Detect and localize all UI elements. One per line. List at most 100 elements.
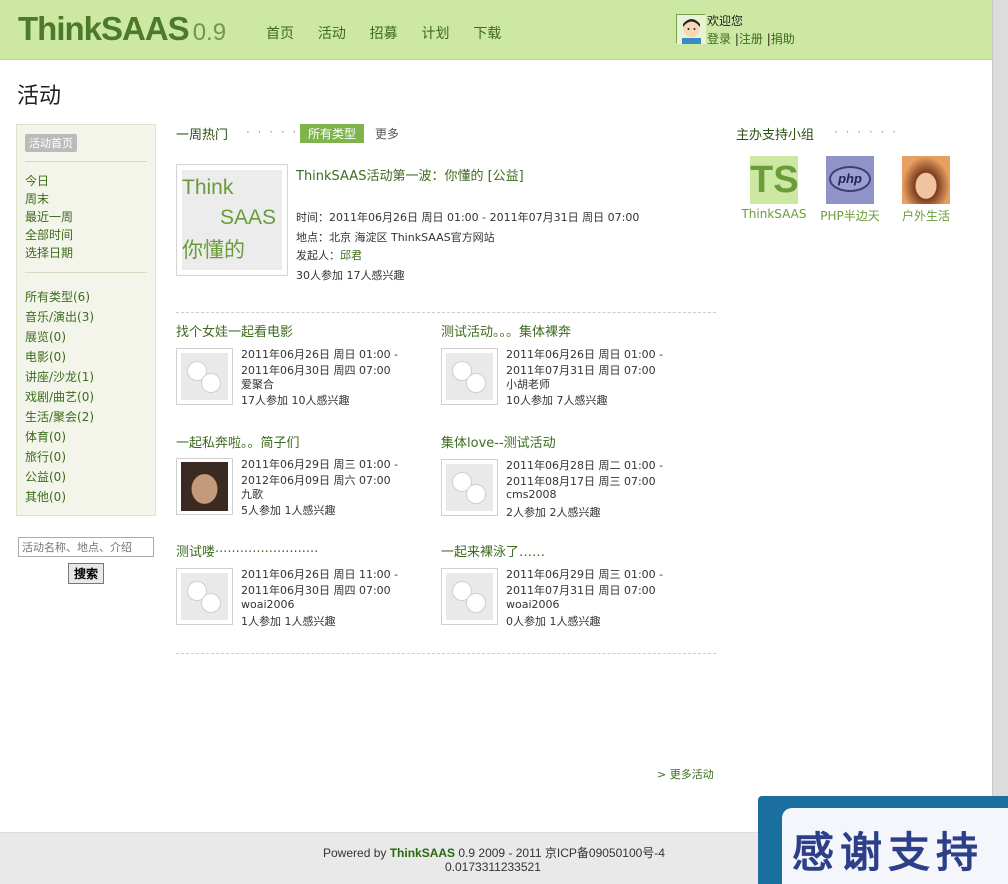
category-list: 所有类型(6) 音乐/演出(3) 展览(0) 电影(0) 讲座/沙龙(1) 戏剧…	[25, 287, 94, 507]
groups-section-title: 主办支持小组	[736, 128, 815, 143]
category-item[interactable]: 所有类型(6)	[25, 287, 94, 307]
group-logo: TS	[750, 156, 799, 204]
site-header: ThinkSAAS 0.9 首页 活动 招募 计划 下载 欢迎您 登录 |注册 |…	[0, 0, 992, 60]
section-divider	[176, 653, 716, 654]
featured-image-text: 你懂的	[182, 238, 245, 262]
nav-events[interactable]: 活动	[318, 26, 346, 42]
event-end: 2012年06月09日 周六 07:00	[241, 474, 391, 487]
placeholder-image-icon	[181, 353, 228, 400]
event-thumbnail[interactable]	[176, 568, 233, 625]
category-item[interactable]: 旅行(0)	[25, 447, 94, 467]
group-item[interactable]: TS ThinkSAAS	[734, 156, 814, 221]
category-item[interactable]: 戏剧/曲艺(0)	[25, 387, 94, 407]
event-start: 2011年06月29日 周三 01:00 -	[241, 458, 399, 471]
event-start: 2011年06月28日 周二 01:00 -	[506, 459, 664, 472]
more-link[interactable]: 更多	[375, 125, 399, 142]
category-item[interactable]: 体育(0)	[25, 427, 94, 447]
group-logo	[902, 156, 950, 204]
event-title[interactable]: 测试喽·························	[176, 541, 318, 560]
filter-weekend[interactable]: 周末	[25, 190, 73, 208]
event-organizer[interactable]: 九歌	[241, 486, 263, 502]
group-name[interactable]: ThinkSAAS	[734, 207, 814, 221]
group-logo: php	[826, 156, 874, 204]
event-title[interactable]: 一起私奔啦。。简子们	[176, 432, 300, 451]
event-organizer[interactable]: cms2008	[506, 488, 557, 501]
user-links: 登录 |注册 |捐助	[707, 32, 795, 46]
group-name[interactable]: PHP半边天	[810, 207, 890, 224]
event-end: 2011年06月30日 周四 07:00	[241, 584, 391, 597]
event-thumbnail[interactable]	[176, 458, 233, 515]
event-stats: 0人参加 1人感兴趣	[506, 615, 601, 628]
filter-pick-date[interactable]: 选择日期	[25, 244, 73, 262]
event-end: 2011年07月31日 周日 07:00	[506, 584, 656, 597]
featured-event-title[interactable]: ThinkSAAS活动第一波：你懂的 [公益]	[296, 165, 524, 184]
organizer-link[interactable]: 邱君	[340, 249, 362, 262]
sidebar-home-link[interactable]: 活动首页	[25, 134, 77, 152]
featured-event-image[interactable]: Think SAAS 你懂的	[176, 164, 288, 276]
event-organizer[interactable]: 爱聚合	[241, 376, 274, 392]
category-item[interactable]: 电影(0)	[25, 347, 94, 367]
event-organizer[interactable]: woai2006	[241, 598, 295, 611]
event-stats: 17人参加 10人感兴趣	[241, 394, 350, 407]
user-avatar-icon	[676, 14, 706, 44]
event-thumbnail[interactable]	[176, 348, 233, 405]
category-item[interactable]: 讲座/沙龙(1)	[25, 367, 94, 387]
placeholder-image-icon	[446, 573, 493, 620]
logo-brand: ThinkSAAS	[18, 10, 190, 47]
filter-all-time[interactable]: 全部时间	[25, 226, 73, 244]
site-logo[interactable]: ThinkSAAS 0.9	[18, 10, 226, 48]
placeholder-image-icon	[446, 353, 493, 400]
page-title: 活动	[17, 84, 62, 109]
event-title[interactable]: 一起来裸泳了……	[441, 541, 545, 560]
register-link[interactable]: 注册	[739, 32, 763, 46]
filter-today[interactable]: 今日	[25, 172, 73, 190]
nav-recruit[interactable]: 招募	[370, 26, 398, 42]
event-stats: 2人参加 2人感兴趣	[506, 506, 601, 519]
event-search-input[interactable]	[18, 537, 154, 557]
footer-copyright: Powered by ThinkSAAS 0.9 2009 - 2011 京IC…	[323, 844, 665, 861]
event-start: 2011年06月26日 周日 01:00 -	[241, 348, 399, 361]
logo-version: 0.9	[192, 19, 227, 46]
nav-home[interactable]: 首页	[266, 26, 294, 42]
footer-render-time: 0.0173311233521	[445, 860, 541, 874]
footer-icp: 0.9 2009 - 2011 京ICP备09050100号-4	[455, 846, 665, 860]
event-stats: 1人参加 1人感兴趣	[241, 615, 336, 628]
vertical-scrollbar[interactable]	[992, 0, 1008, 884]
featured-event-time: 时间：2011年06月26日 周日 01:00 - 2011年07月31日 周日…	[296, 211, 640, 224]
category-item[interactable]: 展览(0)	[25, 327, 94, 347]
welcome-text: 欢迎您	[707, 14, 744, 28]
event-photo	[181, 462, 228, 511]
placeholder-image-icon	[181, 573, 228, 620]
footer-brand-link[interactable]: ThinkSAAS	[390, 846, 455, 860]
event-thumbnail[interactable]	[441, 568, 498, 625]
group-name[interactable]: 户外生活	[886, 207, 966, 224]
nav-download[interactable]: 下载	[473, 26, 501, 42]
event-thumbnail[interactable]	[441, 459, 498, 516]
category-item[interactable]: 音乐/演出(3)	[25, 307, 94, 327]
more-events-link[interactable]: > 更多活动	[657, 766, 714, 782]
hot-section-title: 一周热门	[176, 128, 229, 143]
featured-image-text: SAAS	[220, 206, 277, 229]
featured-event-place: 地点：北京 海淀区 ThinkSAAS官方网站	[296, 231, 495, 244]
category-item[interactable]: 公益(0)	[25, 467, 94, 487]
floating-banner[interactable]: 感谢支持	[758, 796, 1008, 884]
search-button[interactable]: 搜索	[68, 563, 104, 584]
sidebar-divider	[25, 272, 147, 273]
event-organizer[interactable]: woai2006	[506, 598, 560, 611]
event-organizer[interactable]: 小胡老师	[506, 376, 550, 392]
group-item[interactable]: php PHP半边天	[810, 156, 890, 224]
tag-all-types[interactable]: 所有类型	[300, 124, 365, 143]
event-stats: 10人参加 7人感兴趣	[506, 394, 608, 407]
event-title[interactable]: 集体love--测试活动	[441, 432, 556, 451]
event-title[interactable]: 测试活动。。。集体裸奔	[441, 321, 571, 340]
group-item[interactable]: 户外生活	[886, 156, 966, 224]
event-thumbnail[interactable]	[441, 348, 498, 405]
category-item[interactable]: 生活/聚会(2)	[25, 407, 94, 427]
category-item[interactable]: 其他(0)	[25, 487, 94, 507]
event-start: 2011年06月26日 周日 01:00 -	[506, 348, 664, 361]
nav-plan[interactable]: 计划	[421, 26, 449, 42]
donate-link[interactable]: 捐助	[771, 32, 795, 46]
filter-week[interactable]: 最近一周	[25, 208, 73, 226]
login-link[interactable]: 登录	[707, 32, 731, 46]
event-title[interactable]: 找个女娃一起看电影	[176, 321, 293, 340]
